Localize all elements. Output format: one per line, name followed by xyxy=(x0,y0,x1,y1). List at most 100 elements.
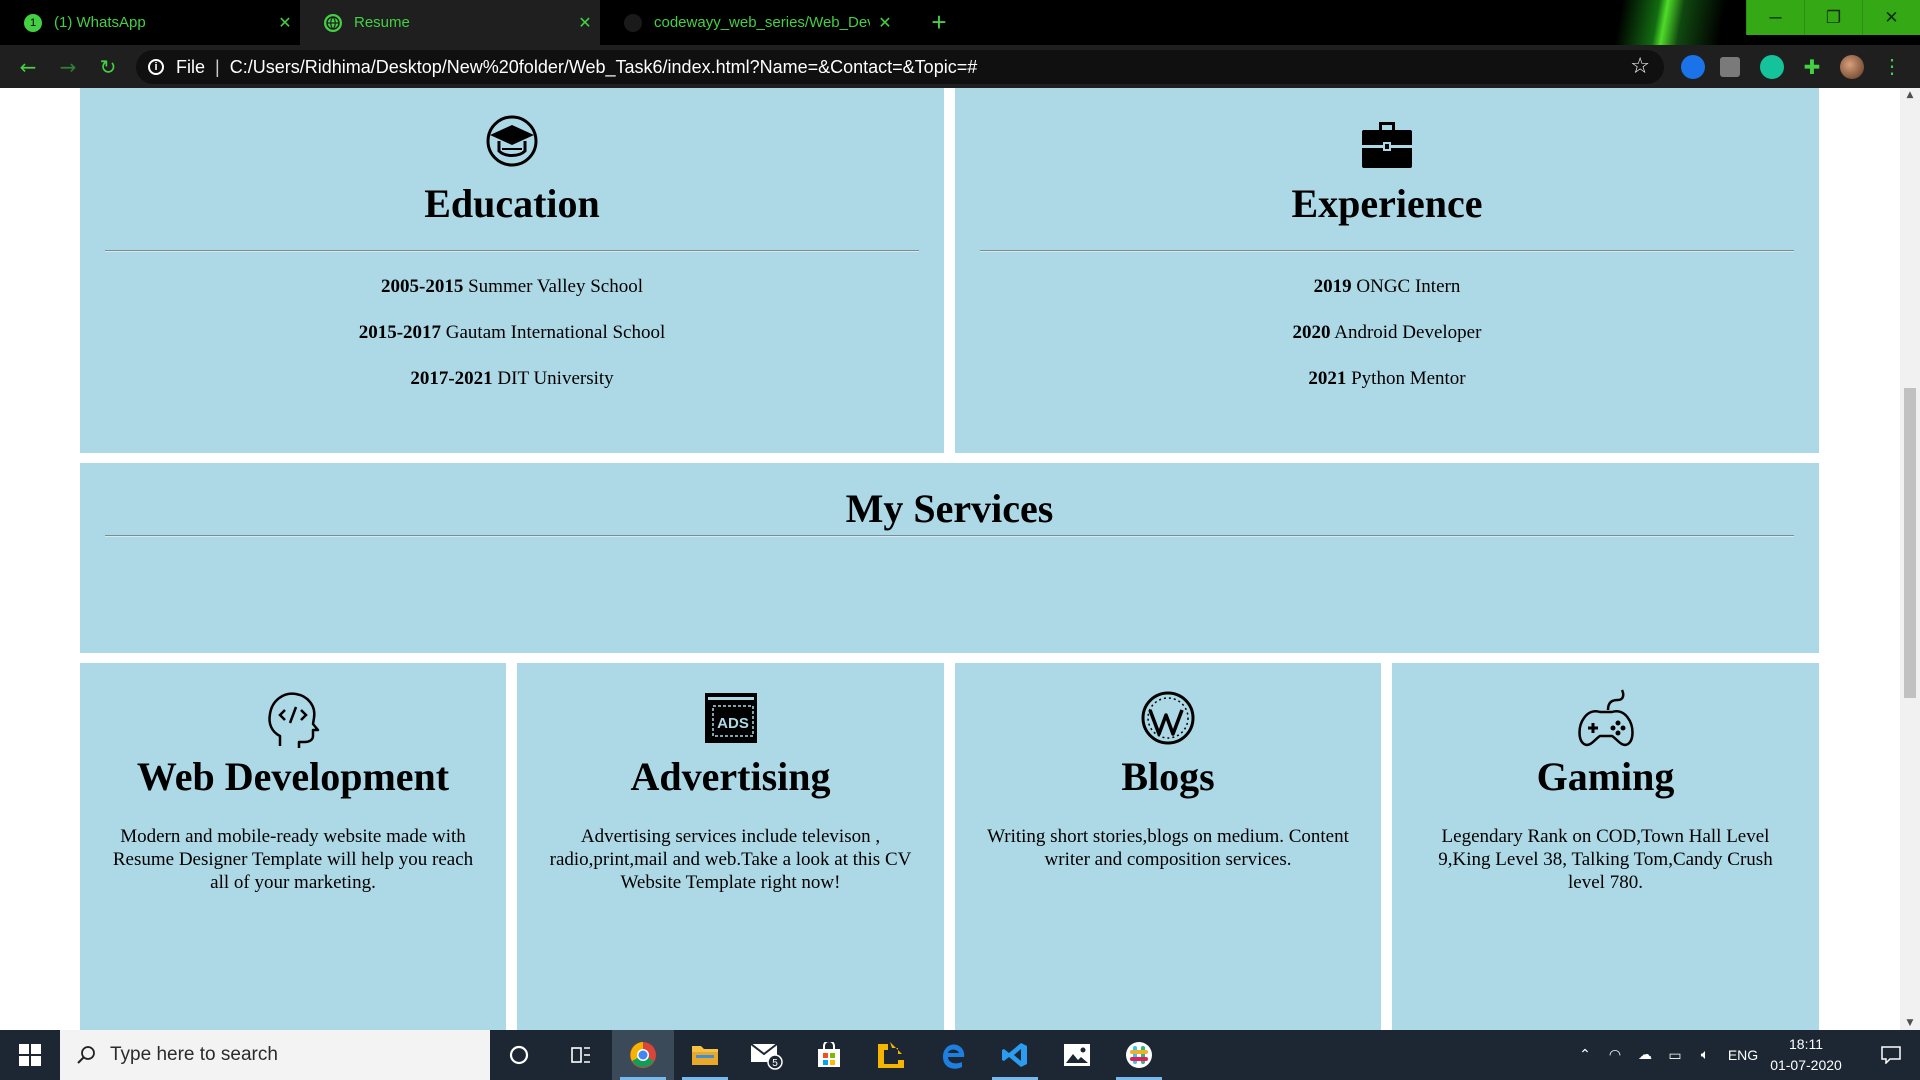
globe-icon xyxy=(324,13,342,32)
scrollbar-thumb[interactable] xyxy=(1904,388,1916,698)
volume-icon[interactable]: 🔈︎ xyxy=(1690,1047,1720,1063)
bookmark-star-icon[interactable]: ☆ xyxy=(1630,54,1650,79)
tab-title: Resume xyxy=(354,14,410,31)
experience-year: 2019 xyxy=(1313,276,1352,297)
network-icon[interactable]: ◠ xyxy=(1600,1047,1630,1063)
windows-taskbar: Type here to search 5 ⌃ ◠ ☁ ▭ 🔈︎ ENG 18:… xyxy=(0,1030,1920,1080)
scheme-label: File xyxy=(176,56,206,77)
tab-whatsapp[interactable]: 1 (1) WhatsApp ✕ xyxy=(0,0,300,45)
onedrive-icon[interactable]: ☁ xyxy=(1630,1047,1660,1063)
theme-glow-decoration xyxy=(1560,0,1760,45)
education-item: 2015-2017 Gautam International School xyxy=(80,322,944,344)
service-card-advertising: ADS Advertising Advertising services inc… xyxy=(517,663,944,1030)
clock[interactable]: 18:11 01-07-2020 xyxy=(1756,1034,1856,1076)
ads-icon: ADS xyxy=(704,693,757,743)
services-header-card: My Services xyxy=(80,463,1819,653)
experience-role: Android Developer xyxy=(1334,322,1482,343)
education-school: DIT University xyxy=(497,368,614,389)
reload-button[interactable]: ↻ xyxy=(94,53,122,81)
system-tray: ⌃ ◠ ☁ ▭ 🔈︎ ENG xyxy=(1570,1030,1766,1080)
start-button[interactable] xyxy=(0,1030,60,1080)
chrome-taskbar-icon[interactable] xyxy=(612,1030,674,1080)
photos-icon[interactable] xyxy=(1046,1030,1108,1080)
battery-icon[interactable]: ▭ xyxy=(1660,1047,1690,1064)
show-hidden-icons-chevron-icon[interactable]: ⌃ xyxy=(1570,1047,1600,1063)
clock-date: 01-07-2020 xyxy=(1770,1057,1842,1073)
experience-item: 2020 Android Developer xyxy=(955,322,1819,344)
experience-role: ONGC Intern xyxy=(1356,276,1461,297)
vscode-icon[interactable] xyxy=(984,1030,1046,1080)
store-icon[interactable] xyxy=(798,1030,860,1080)
app-icon[interactable] xyxy=(860,1030,922,1080)
service-title: Blogs xyxy=(1121,754,1215,799)
task-view-icon[interactable] xyxy=(550,1030,612,1080)
github-icon xyxy=(624,13,642,32)
file-explorer-icon[interactable] xyxy=(674,1030,736,1080)
service-description: Legendary Rank on COD,Town Hall Level 9,… xyxy=(1438,826,1773,893)
browser-tab-strip: 1 (1) WhatsApp ✕ Resume ✕ codewayy_web_s… xyxy=(0,0,1920,45)
section-divider xyxy=(105,250,919,251)
notification-center-icon[interactable] xyxy=(1866,1030,1916,1080)
address-bar[interactable]: i File | C:/Users/Ridhima/Desktop/New%20… xyxy=(136,50,1664,84)
browser-toolbar: ← → ↻ i File | C:/Users/Ridhima/Desktop/… xyxy=(0,45,1920,88)
mail-badge: 5 xyxy=(772,1058,778,1069)
tab-resume[interactable]: Resume ✕ xyxy=(300,0,600,45)
experience-heading: Experience xyxy=(1291,181,1483,226)
close-icon[interactable]: ✕ xyxy=(270,13,300,33)
education-years: 2015-2017 xyxy=(358,322,442,343)
service-description: Writing short stories,blogs on medium. C… xyxy=(987,826,1349,870)
search-placeholder: Type here to search xyxy=(110,1044,278,1065)
menu-kebab-icon[interactable]: ⋮ xyxy=(1880,55,1904,79)
service-description: Advertising services include televison ,… xyxy=(549,826,912,893)
education-years: 2005-2015 xyxy=(381,276,464,297)
grammarly-icon[interactable] xyxy=(1760,55,1784,79)
briefcase-icon xyxy=(1362,122,1412,168)
service-title: Web Development xyxy=(136,754,450,799)
minimize-button[interactable]: ─ xyxy=(1746,0,1804,35)
mail-icon[interactable]: 5 xyxy=(736,1030,798,1080)
service-card-web-development: Web Development Modern and mobile-ready … xyxy=(80,663,506,1030)
experience-item: 2021 Python Mentor xyxy=(955,368,1819,390)
close-icon[interactable]: ✕ xyxy=(870,13,900,33)
cortana-icon[interactable] xyxy=(488,1030,550,1080)
site-info-icon[interactable]: i xyxy=(148,59,164,75)
maximize-button[interactable]: ❐ xyxy=(1804,0,1862,35)
clock-time: 18:11 xyxy=(1789,1036,1823,1052)
whatsapp-icon: 1 xyxy=(24,13,42,32)
experience-year: 2021 xyxy=(1308,368,1347,389)
edge-icon[interactable] xyxy=(922,1030,984,1080)
slack-icon[interactable] xyxy=(1108,1030,1170,1080)
extension-icon[interactable] xyxy=(1720,57,1740,77)
extensions-puzzle-icon[interactable]: ✚ xyxy=(1800,55,1824,79)
education-item: 2005-2015 Summer Valley School xyxy=(80,276,944,298)
service-card-blogs: Blogs Writing short stories,blogs on med… xyxy=(955,663,1381,1030)
forward-button[interactable]: → xyxy=(54,53,82,81)
address-separator: | xyxy=(215,56,220,77)
avatar[interactable] xyxy=(1840,55,1864,79)
whatsapp-badge: 1 xyxy=(29,16,37,29)
service-card-gaming: Gaming Legendary Rank on COD,Town Hall L… xyxy=(1392,663,1819,1030)
tab-github[interactable]: codewayy_web_series/Web_Dev ✕ xyxy=(600,0,900,45)
scroll-up-arrow-icon[interactable]: ▲ xyxy=(1900,90,1920,100)
page-scrollbar[interactable]: ▲ ▼ xyxy=(1900,88,1920,1030)
back-button[interactable]: ← xyxy=(14,53,42,81)
url-text[interactable]: C:/Users/Ridhima/Desktop/New%20folder/We… xyxy=(230,57,978,78)
taskbar-search-input[interactable]: Type here to search xyxy=(60,1030,490,1080)
education-card: Education 2005-2015 Summer Valley School… xyxy=(80,88,944,453)
close-window-button[interactable]: ✕ xyxy=(1862,0,1920,35)
tab-title: codewayy_web_series/Web_Dev xyxy=(654,14,870,31)
section-divider xyxy=(980,250,1794,251)
experience-card: Experience 2019 ONGC Intern 2020 Android… xyxy=(955,88,1819,453)
new-tab-button[interactable]: + xyxy=(924,8,954,38)
profile-extension-icon[interactable] xyxy=(1681,55,1705,79)
ads-icon-label: ADS xyxy=(717,715,749,732)
page-viewport: Education 2005-2015 Summer Valley School… xyxy=(0,88,1900,1030)
wordpress-icon xyxy=(1141,691,1195,745)
education-school: Gautam International School xyxy=(445,322,666,343)
education-item: 2017-2021 DIT University xyxy=(80,368,944,390)
code-head-icon xyxy=(268,692,320,748)
close-icon[interactable]: ✕ xyxy=(570,13,600,33)
scroll-down-arrow-icon[interactable]: ▼ xyxy=(1900,1018,1920,1028)
window-controls: ─ ❐ ✕ xyxy=(1746,0,1920,35)
gamepad-icon xyxy=(1577,689,1634,747)
